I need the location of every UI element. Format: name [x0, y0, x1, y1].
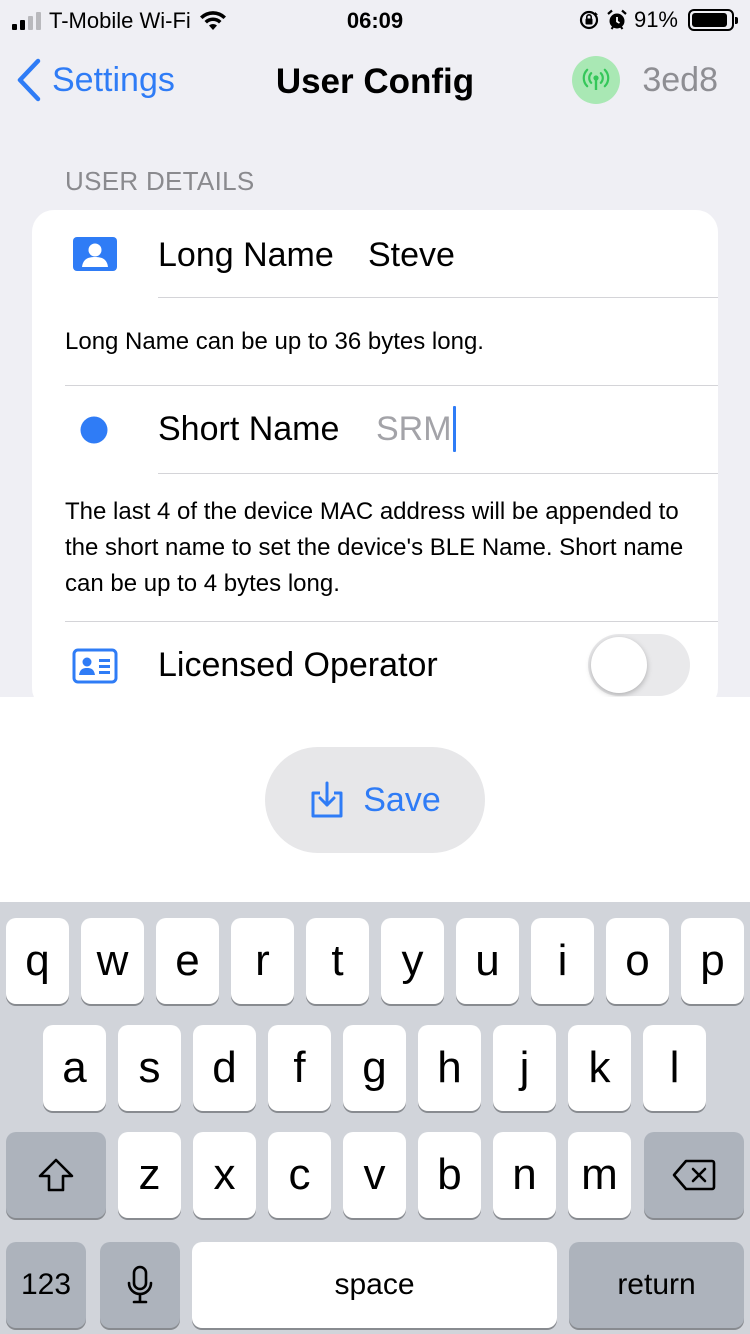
short-name-field[interactable]: SRM [376, 406, 456, 452]
backspace-icon [672, 1159, 716, 1191]
key-i[interactable]: i [531, 918, 594, 1004]
key-r[interactable]: r [231, 918, 294, 1004]
short-name-note: The last 4 of the device MAC address wil… [65, 498, 684, 597]
key-w[interactable]: w [81, 918, 144, 1004]
battery-icon [688, 9, 738, 31]
key-h[interactable]: h [418, 1025, 481, 1111]
key-f[interactable]: f [268, 1025, 331, 1111]
save-label: Save [363, 780, 441, 819]
circle-icon [80, 416, 108, 444]
long-name-row[interactable]: Long Name Steve [32, 210, 718, 298]
key-k[interactable]: k [568, 1025, 631, 1111]
key-d[interactable]: d [193, 1025, 256, 1111]
key-z[interactable]: z [118, 1132, 181, 1218]
key-n[interactable]: n [493, 1132, 556, 1218]
key-v[interactable]: v [343, 1132, 406, 1218]
key-a[interactable]: a [43, 1025, 106, 1111]
key-x[interactable]: x [193, 1132, 256, 1218]
licensed-operator-label: Licensed Operator [158, 646, 438, 684]
key-j[interactable]: j [493, 1025, 556, 1111]
key-b[interactable]: b [418, 1132, 481, 1218]
orientation-lock-icon [579, 10, 599, 30]
key-t[interactable]: t [306, 918, 369, 1004]
shift-key[interactable] [6, 1132, 106, 1218]
divider [158, 297, 718, 298]
key-s[interactable]: s [118, 1025, 181, 1111]
status-bar: T-Mobile Wi-Fi 06:09 91% [0, 0, 750, 40]
navigation-bar: Settings User Config 3ed8 [0, 40, 750, 128]
return-key[interactable]: return [569, 1242, 744, 1328]
short-name-label: Short Name [158, 410, 340, 448]
long-name-note: Long Name can be up to 36 bytes long. [65, 328, 484, 355]
battery-fill [692, 13, 727, 27]
short-name-placeholder: SRM [376, 409, 452, 448]
key-o[interactable]: o [606, 918, 669, 1004]
shift-icon [38, 1158, 74, 1192]
node-id-label: 3ed8 [642, 60, 718, 99]
key-g[interactable]: g [343, 1025, 406, 1111]
dictation-key[interactable] [100, 1242, 180, 1328]
delete-key[interactable] [644, 1132, 744, 1218]
long-name-label: Long Name [158, 236, 334, 274]
battery-percent: 91% [633, 7, 678, 32]
key-l[interactable]: l [643, 1025, 706, 1111]
licensed-operator-toggle[interactable] [588, 634, 690, 696]
key-q[interactable]: q [6, 918, 69, 1004]
short-name-row[interactable]: Short Name SRM [32, 386, 718, 474]
toggle-knob [591, 637, 647, 693]
microphone-icon [127, 1265, 153, 1304]
text-cursor [452, 406, 456, 452]
id-card-icon [72, 648, 118, 684]
save-button[interactable]: Save [265, 747, 485, 853]
person-card-icon [73, 237, 117, 271]
alarm-icon [607, 9, 627, 30]
key-m[interactable]: m [568, 1132, 631, 1218]
keyboard: 123 space return qwertyuiop asdfghjkl zxcv… [0, 902, 750, 1334]
key-e[interactable]: e [156, 918, 219, 1004]
key-u[interactable]: u [456, 918, 519, 1004]
save-tray-icon [311, 781, 343, 818]
user-details-card: Long Name Steve Long Name can be up to 3… [32, 210, 718, 710]
key-p[interactable]: p [681, 918, 744, 1004]
section-header: USER DETAILS [65, 166, 255, 196]
antenna-icon[interactable] [572, 56, 621, 104]
divider [158, 473, 718, 474]
space-key[interactable]: space [192, 1242, 557, 1328]
key-c[interactable]: c [268, 1132, 331, 1218]
long-name-input[interactable]: Steve [368, 236, 455, 275]
key-y[interactable]: y [381, 918, 444, 1004]
numbers-key[interactable]: 123 [6, 1242, 86, 1328]
